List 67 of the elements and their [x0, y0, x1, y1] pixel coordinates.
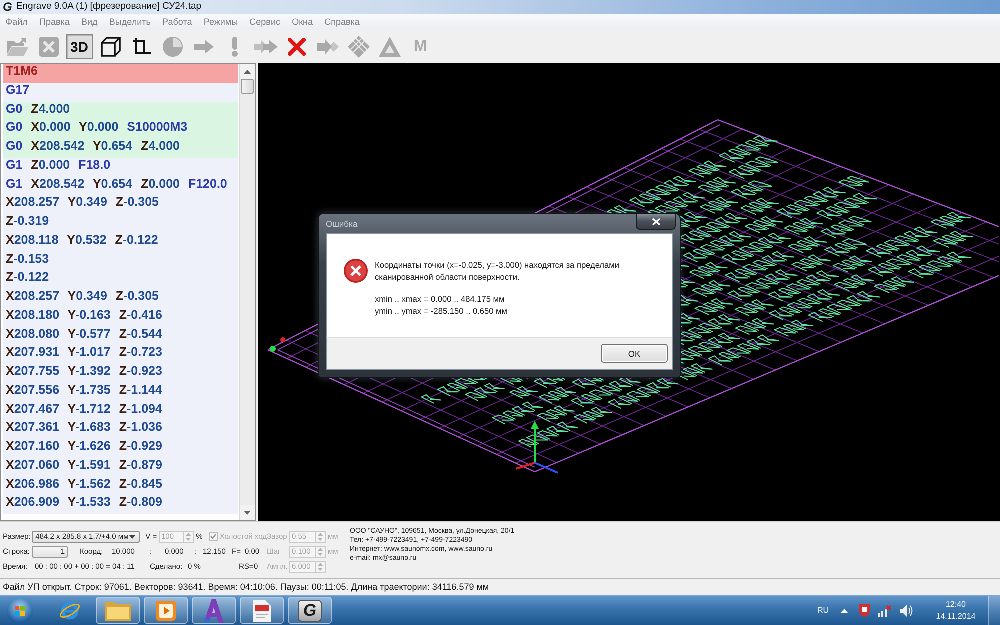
dialog-title: Ошибка	[326, 219, 358, 229]
taskbar-button[interactable]	[96, 597, 140, 624]
menu-item[interactable]: Сервис	[244, 14, 286, 30]
status-text: Файл УП открыт. Строк: 97061. Векторов: 93641. Время: 04:10:06. Паузы: 00:11:05. Длина траектории: 34116.579 мм	[3, 582, 490, 592]
show-desktop-button[interactable]	[988, 596, 1000, 625]
ok-button[interactable]: OK	[601, 344, 668, 363]
taskbar-button[interactable]: G	[288, 597, 332, 624]
document-icon	[253, 600, 271, 622]
spin-button[interactable]	[184, 530, 194, 542]
cube-icon	[100, 36, 120, 56]
error-icon	[344, 259, 368, 283]
pie-icon	[162, 36, 182, 56]
clock[interactable]: 12:40 14.11.2014	[930, 598, 982, 622]
menu-item[interactable]: Выделить	[104, 14, 157, 30]
shield-icon[interactable]	[859, 604, 870, 617]
speaker-icon[interactable]	[900, 604, 913, 616]
exclamation-icon	[232, 36, 238, 56]
menu-item[interactable]: Окна	[286, 14, 319, 30]
crop-corner-icon	[132, 36, 152, 56]
taskbar-button[interactable]	[240, 597, 284, 624]
start-button[interactable]	[7, 598, 33, 624]
spin-button[interactable]	[316, 560, 326, 572]
dropdown-arrow-icon	[128, 534, 136, 538]
close-icon	[652, 218, 660, 226]
menu-item[interactable]: Правка	[34, 14, 76, 30]
taskbar-button[interactable]	[192, 597, 236, 624]
menu-item[interactable]: Работа	[156, 14, 198, 30]
spin-arrows-icon	[186, 532, 192, 542]
toolbar-button[interactable]: 3D	[66, 34, 93, 59]
spin-arrows-icon	[318, 562, 323, 572]
cross-icon	[288, 38, 306, 56]
arrow-diamond-icon	[316, 38, 338, 56]
language-indicator[interactable]: RU	[817, 606, 829, 615]
up-arrow-icon	[244, 70, 251, 74]
clock-time: 12:40	[946, 598, 966, 610]
menu-item[interactable]: Файл	[0, 14, 34, 30]
up-arrow-icon[interactable]	[841, 608, 848, 612]
scroll-thumb[interactable]	[241, 79, 254, 94]
double-arrow-icon	[254, 40, 278, 54]
close-button[interactable]	[636, 214, 676, 230]
scroll-down-button[interactable]	[240, 505, 255, 520]
network-icon[interactable]	[878, 604, 892, 616]
app-logo: G	[3, 0, 12, 14]
error-message: Координаты точки (x=-0.025, y=-3.000) находятся за пределами сканированной области поверхности.	[375, 260, 620, 283]
clock-date: 14.11.2014	[936, 610, 976, 622]
spin-arrows-icon	[318, 532, 323, 542]
menu-item[interactable]: Справка	[318, 14, 366, 30]
range-line: ymin .. ymax = -285.150 .. 0.650 мм	[375, 306, 508, 317]
diamond-grid-icon	[348, 36, 370, 58]
play-icon	[156, 600, 176, 620]
window-title: Engrave 9.0A (1) [фрезерование] СУ24.tap	[16, 0, 202, 14]
spin-button[interactable]	[316, 546, 326, 558]
range-line: xmin .. xmax = 0.000 .. 484.175 мм	[375, 294, 506, 306]
menu-item[interactable]: Режимы	[198, 14, 244, 30]
taskbar-button[interactable]	[144, 597, 188, 624]
crossed-box-icon	[38, 36, 58, 56]
folder-icon	[105, 600, 131, 621]
letter-a-icon	[204, 598, 224, 622]
down-arrow-icon	[244, 510, 251, 514]
menu-item[interactable]: Вид	[76, 14, 104, 30]
scroll-up-button[interactable]	[240, 64, 255, 79]
orbit-icon	[59, 600, 81, 622]
open-folder-icon	[6, 38, 28, 56]
spin-button[interactable]	[316, 530, 326, 542]
triangle-icon	[378, 36, 400, 56]
spin-arrows-icon	[318, 546, 323, 556]
right-arrow-icon	[194, 40, 214, 54]
